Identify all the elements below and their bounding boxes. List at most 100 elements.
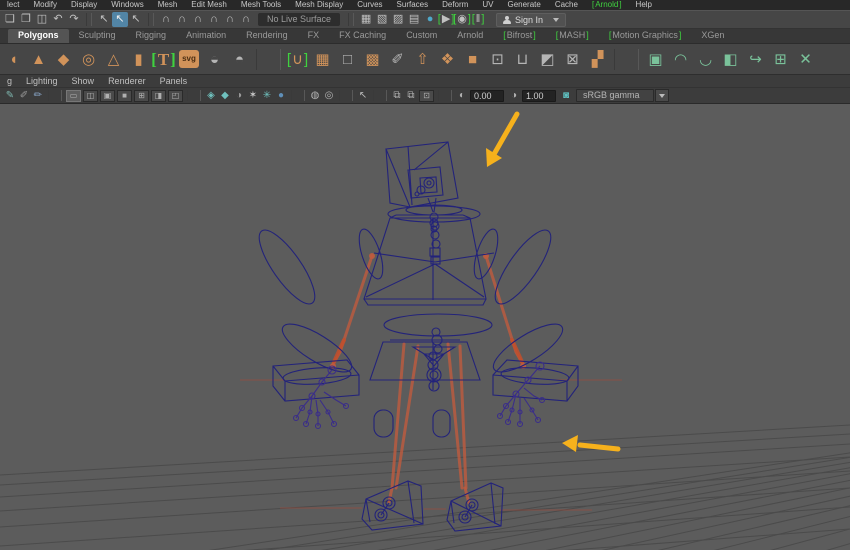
mash-breakout-icon[interactable]: ✕: [793, 47, 818, 72]
menu-uv[interactable]: UV: [475, 0, 500, 10]
menu-mesh-tools[interactable]: Mesh Tools: [234, 0, 288, 10]
tab-arnold[interactable]: Arnold: [447, 29, 493, 43]
boolean-icon[interactable]: ∪: [285, 47, 310, 72]
fill-hole-icon[interactable]: ▦: [310, 47, 335, 72]
new-scene-icon[interactable]: ❏: [2, 12, 18, 27]
tab-mash[interactable]: MASH: [546, 29, 599, 43]
multi-cut-icon[interactable]: ⊠: [560, 47, 585, 72]
ao-icon[interactable]: ●: [274, 89, 288, 102]
mash-network-icon[interactable]: ▣: [643, 47, 668, 72]
menu-arnold[interactable]: Arnold: [585, 0, 629, 10]
tab-custom[interactable]: Custom: [396, 29, 447, 43]
display-render-icon[interactable]: ▤: [406, 12, 422, 27]
tab-fx[interactable]: FX: [298, 29, 330, 43]
two-pane-layout-icon[interactable]: ◫: [83, 89, 98, 102]
poly-cube-icon[interactable]: ■: [460, 47, 485, 72]
target-weld-icon[interactable]: ⊡: [485, 47, 510, 72]
save-scene-icon[interactable]: ◫: [34, 12, 50, 27]
snap-view-plane-icon[interactable]: ∩: [222, 12, 238, 27]
arnold-renderview-icon[interactable]: ▶: [438, 12, 454, 27]
wireframe-mode-icon[interactable]: ◈: [204, 89, 218, 102]
menu-windows[interactable]: Windows: [104, 0, 150, 10]
select-hierarchy-icon[interactable]: ↖: [96, 12, 112, 27]
menu-generate[interactable]: Generate: [500, 0, 547, 10]
panel-menu-renderer[interactable]: Renderer: [101, 75, 153, 87]
render-view-icon[interactable]: ▦: [358, 12, 374, 27]
sign-in-button[interactable]: Sign In: [496, 12, 567, 27]
snap-point-icon[interactable]: ∩: [190, 12, 206, 27]
paint-tool-icon[interactable]: ✏: [31, 89, 45, 102]
knife-icon[interactable]: ✐: [385, 47, 410, 72]
menu-modify[interactable]: Modify: [26, 0, 64, 10]
xray-icon[interactable]: ◍: [308, 89, 322, 102]
mash-falloff-icon[interactable]: ◡: [693, 47, 718, 72]
panel-menu-show[interactable]: Show: [65, 75, 102, 87]
quad-draw-icon[interactable]: ◩: [535, 47, 560, 72]
mirror-icon[interactable]: ▞: [585, 47, 610, 72]
hypershade-pane-icon[interactable]: ■: [117, 89, 132, 102]
open-scene-icon[interactable]: ❐: [18, 12, 34, 27]
bevel-icon[interactable]: ❖: [435, 47, 460, 72]
smooth-icon[interactable]: □: [335, 47, 360, 72]
mash-flight-icon[interactable]: ↪: [743, 47, 768, 72]
poly-pyramid-icon[interactable]: △: [101, 47, 126, 72]
tab-fx-caching[interactable]: FX Caching: [329, 29, 396, 43]
shaded-mode-icon[interactable]: ◆: [218, 89, 232, 102]
select-component-icon[interactable]: ↖: [128, 12, 144, 27]
tab-rendering[interactable]: Rendering: [236, 29, 298, 43]
poly-sphere-icon[interactable]: ◖: [1, 47, 26, 72]
single-pane-layout-icon[interactable]: ▭: [66, 89, 81, 102]
menu-help[interactable]: Help: [629, 0, 659, 10]
pane-editor-icon[interactable]: ◨: [151, 89, 166, 102]
gamma-field[interactable]: 1.00: [522, 89, 556, 102]
exposure-field[interactable]: 0.00: [470, 89, 504, 102]
type-tool-icon[interactable]: T: [151, 47, 176, 72]
colorspace-dropdown[interactable]: sRGB gamma: [576, 89, 654, 102]
mash-editor-icon[interactable]: ⊞: [768, 47, 793, 72]
poly-torus-icon[interactable]: ◎: [76, 47, 101, 72]
gamma-icon[interactable]: ◑: [507, 89, 521, 102]
colorspace-caret-button[interactable]: [655, 89, 669, 102]
tab-motion-graphics[interactable]: Motion Graphics: [599, 29, 692, 43]
poly-cone-icon[interactable]: ▲: [26, 47, 51, 72]
pick-tool-icon[interactable]: ✎: [3, 89, 17, 102]
menu-edit-mesh[interactable]: Edit Mesh: [184, 0, 234, 10]
pane-uv-icon[interactable]: ◰: [168, 89, 183, 102]
ipr-render-icon[interactable]: ▧: [374, 12, 390, 27]
mash-curve-icon[interactable]: ◠: [668, 47, 693, 72]
panel-menu-lighting[interactable]: Lighting: [19, 75, 65, 87]
poly-cylinder-icon[interactable]: ▮: [126, 47, 151, 72]
menu-surfaces[interactable]: Surfaces: [390, 0, 436, 10]
tab-rigging[interactable]: Rigging: [126, 29, 177, 43]
extrude-icon[interactable]: ⇧: [410, 47, 435, 72]
select-object-icon[interactable]: ↖: [112, 12, 128, 27]
live-surface-field[interactable]: No Live Surface: [258, 13, 341, 26]
bridge-icon[interactable]: ⊔: [510, 47, 535, 72]
isolate-select-icon[interactable]: ◎: [322, 89, 336, 102]
combine-icon[interactable]: ◒: [202, 47, 227, 72]
panel-menu-panels[interactable]: Panels: [153, 75, 195, 87]
undo-icon[interactable]: ↶: [50, 12, 66, 27]
menu-display[interactable]: Display: [64, 0, 104, 10]
arnold-ipr-icon[interactable]: ◉: [454, 12, 470, 27]
bookmark-icon[interactable]: ⧉: [404, 89, 418, 102]
menu-select[interactable]: lect: [0, 0, 26, 10]
tab-polygons[interactable]: Polygons: [8, 29, 69, 43]
lighting-mode-icon[interactable]: ✶: [246, 89, 260, 102]
snap-curve-icon[interactable]: ∩: [174, 12, 190, 27]
snapshot-icon[interactable]: ⧉: [390, 89, 404, 102]
pane-persp-outliner-icon[interactable]: ▣: [100, 89, 115, 102]
menu-curves[interactable]: Curves: [350, 0, 389, 10]
menu-mesh[interactable]: Mesh: [151, 0, 185, 10]
render-settings-icon[interactable]: ▨: [390, 12, 406, 27]
object-mode-icon[interactable]: ↖: [356, 89, 370, 102]
lasso-tool-icon[interactable]: ✐: [17, 89, 31, 102]
tab-sculpting[interactable]: Sculpting: [69, 29, 126, 43]
four-pane-layout-icon[interactable]: ⊞: [134, 89, 149, 102]
viewport-canvas[interactable]: [0, 104, 850, 550]
panel-menu-shading-cropped[interactable]: g: [0, 75, 19, 87]
menu-deform[interactable]: Deform: [435, 0, 475, 10]
snap-projected-center-icon[interactable]: ∩: [206, 12, 222, 27]
subdivide-icon[interactable]: ▩: [360, 47, 385, 72]
tab-bifrost[interactable]: Bifrost: [493, 29, 546, 43]
